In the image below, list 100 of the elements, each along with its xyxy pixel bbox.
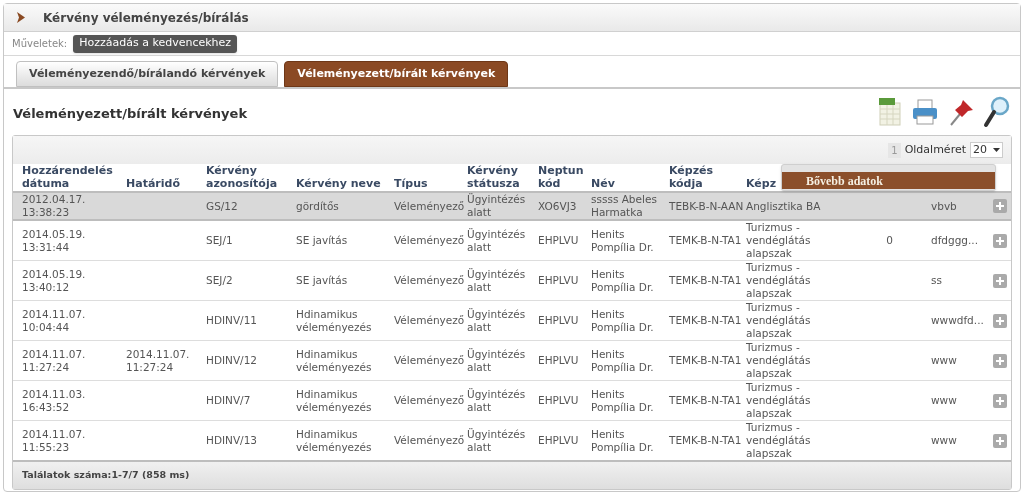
table-cell-text: Véleményező (394, 234, 466, 247)
table-cell-text: Hdinamikus véleményezés (296, 387, 373, 414)
expand-button[interactable] (993, 233, 1007, 248)
table-cell-text: 2014.11.03. 16:43:52 (22, 387, 87, 414)
table-cell-text: TEMK-B-N-TA1 (669, 274, 743, 287)
page-title: Kérvény véleményezés/bírálás (43, 9, 249, 27)
table-cell-text: EHPLVU (538, 434, 580, 447)
column-header[interactable]: Kérvény státusza (467, 164, 538, 190)
column-header[interactable]: Típus (394, 177, 467, 190)
table-cell-text: Henits Pompília Dr. (591, 387, 655, 414)
table-cell-text: Henits Pompília Dr. (591, 267, 655, 294)
tab[interactable]: Véleményezett/bírált kérvények (284, 61, 509, 87)
expand-button[interactable] (993, 433, 1007, 448)
table-cell-text: EHPLVU (538, 354, 580, 367)
table-cell-text: Turizmus - vendéglátás alapszak (746, 421, 812, 460)
expand-button[interactable] (993, 353, 1007, 368)
table-cell-text: Ügyintézés alatt (467, 267, 527, 294)
table-cell-text: Ügyintézés alatt (467, 427, 527, 454)
table-cell-text: Ügyintézés alatt (467, 307, 527, 334)
table-cell-text: vbvb (931, 199, 958, 213)
table-cell-text: TEMK-B-N-TA1 (669, 354, 743, 367)
table-cell-text: HDINV/12 (206, 354, 258, 367)
table-cell-text: EHPLVU (538, 274, 580, 287)
table-cell-text: Turizmus - vendéglátás alapszak (746, 301, 812, 340)
table-cell-text: gördítős (296, 199, 340, 213)
expand-button[interactable] (993, 273, 1007, 288)
table-cell-text: GS/12 (206, 199, 239, 213)
plus-icon (996, 316, 1004, 325)
table-cell-text: Turizmus - vendéglátás alapszak (746, 221, 812, 260)
spreadsheet-icon[interactable] (877, 97, 903, 127)
table-cell-text: TEMK-B-N-TA1 (669, 394, 743, 407)
table-cell-text: HDINV/11 (206, 314, 258, 327)
table-cell-text: Hdinamikus véleményezés (296, 347, 373, 374)
table-cell-text: TEMK-B-N-TA1 (669, 434, 743, 447)
table-cell-text: Véleményező (394, 354, 466, 367)
table-cell-text: TEMK-B-N-TA1 (669, 234, 743, 247)
table-cell-text: dfdggg... (931, 234, 980, 247)
table-cell-text: EHPLVU (538, 234, 580, 247)
table-cell-text: sssss Abeles Harmatka (591, 193, 658, 219)
plus-icon (996, 356, 1004, 365)
expand-button[interactable] (993, 313, 1007, 328)
column-header[interactable]: Neptun kód (538, 164, 591, 190)
section-title: Véleményezett/bírált kérvények (13, 105, 248, 124)
chevron-icon (16, 12, 25, 23)
result-count: Találatok száma:1-7/7 (858 ms) (22, 468, 190, 483)
table-cell-text: Hdinamikus véleményezés (296, 427, 373, 454)
table-cell-text: Henits Pompília Dr. (591, 347, 655, 374)
table-cell-text: Véleményező (394, 199, 466, 213)
table-cell-text: Hdinamikus véleményezés (296, 307, 373, 334)
plus-icon (996, 276, 1004, 285)
printer-icon[interactable] (911, 97, 939, 127)
tab[interactable]: Véleményezendő/bírálandó kérvények (16, 61, 279, 87)
table-cell-text: HDINV/7 (206, 394, 252, 407)
table-cell-text: Anglisztika BA (746, 199, 822, 213)
plus-icon (996, 202, 1004, 210)
table-cell-text: Ügyintézés alatt (467, 347, 527, 374)
favorite-button[interactable]: Hozzáadás a kedvencekhez (73, 34, 238, 53)
column-header[interactable]: Határidő (126, 177, 206, 190)
table-cell-text: Véleményező (394, 434, 466, 447)
plus-icon (996, 436, 1004, 445)
table-cell-text: Henits Pompília Dr. (591, 307, 655, 334)
table-cell-text: wwwdfd... (931, 314, 985, 327)
table-cell-text: 2014.11.07. 11:55:23 (22, 427, 87, 454)
table-cell-text: www (931, 434, 958, 447)
table-cell-text: ss (931, 274, 943, 287)
table-cell-text: TEBK-B-N-AAN (669, 199, 745, 213)
table-cell-text: XO6VJ3 (538, 199, 578, 213)
table-cell-text: Ügyintézés alatt (467, 227, 527, 254)
column-header[interactable]: Név (591, 177, 669, 190)
table-cell-text: 2012.04.17. 13:38:23 (22, 193, 87, 219)
expand-button[interactable] (993, 393, 1007, 408)
table-cell-text: www (931, 354, 958, 367)
table-cell-text: 0 (885, 234, 893, 247)
table-cell-text: EHPLVU (538, 394, 580, 407)
table-cell-text: Turizmus - vendéglátás alapszak (746, 381, 812, 420)
table-cell-text: SE javítás (296, 274, 349, 287)
table-cell-text: Turizmus - vendéglátás alapszak (746, 341, 812, 380)
table-cell-text: EHPLVU (538, 314, 580, 327)
table-cell-text: 2014.05.19. 13:31:44 (22, 227, 87, 254)
table-cell-text: SEJ/2 (206, 274, 234, 287)
column-header[interactable]: Kérvény azonosítója (206, 164, 296, 190)
page-size-label: Oldalméret (904, 141, 966, 158)
table-cell-text: Ügyintézés alatt (467, 387, 527, 414)
page-size-select[interactable]: 20 (970, 142, 1003, 158)
column-header[interactable]: Hozzárendelés dátuma (22, 164, 126, 190)
more-details-item[interactable]: Bővebb adatok (782, 172, 995, 189)
expand-button[interactable] (993, 199, 1007, 213)
table-cell-text: 2014.05.19. 13:40:12 (22, 267, 87, 294)
search-icon[interactable] (983, 95, 1011, 129)
table-cell-text: HDINV/13 (206, 434, 258, 447)
table-cell-text: SE javítás (296, 234, 349, 247)
table-cell-text: Turizmus - vendéglátás alapszak (746, 261, 812, 300)
table-cell-text: 2014.11.07. 11:27:24 (22, 347, 87, 374)
column-header[interactable]: Képzés kódja (669, 164, 746, 190)
table-cell-text: www (931, 394, 958, 407)
table-cell-text: Henits Pompília Dr. (591, 227, 655, 254)
column-header[interactable]: Kérvény neve (296, 177, 394, 190)
pushpin-icon[interactable] (947, 97, 975, 127)
table-cell-text: Véleményező (394, 274, 466, 287)
table-cell-text: SEJ/1 (206, 234, 234, 247)
